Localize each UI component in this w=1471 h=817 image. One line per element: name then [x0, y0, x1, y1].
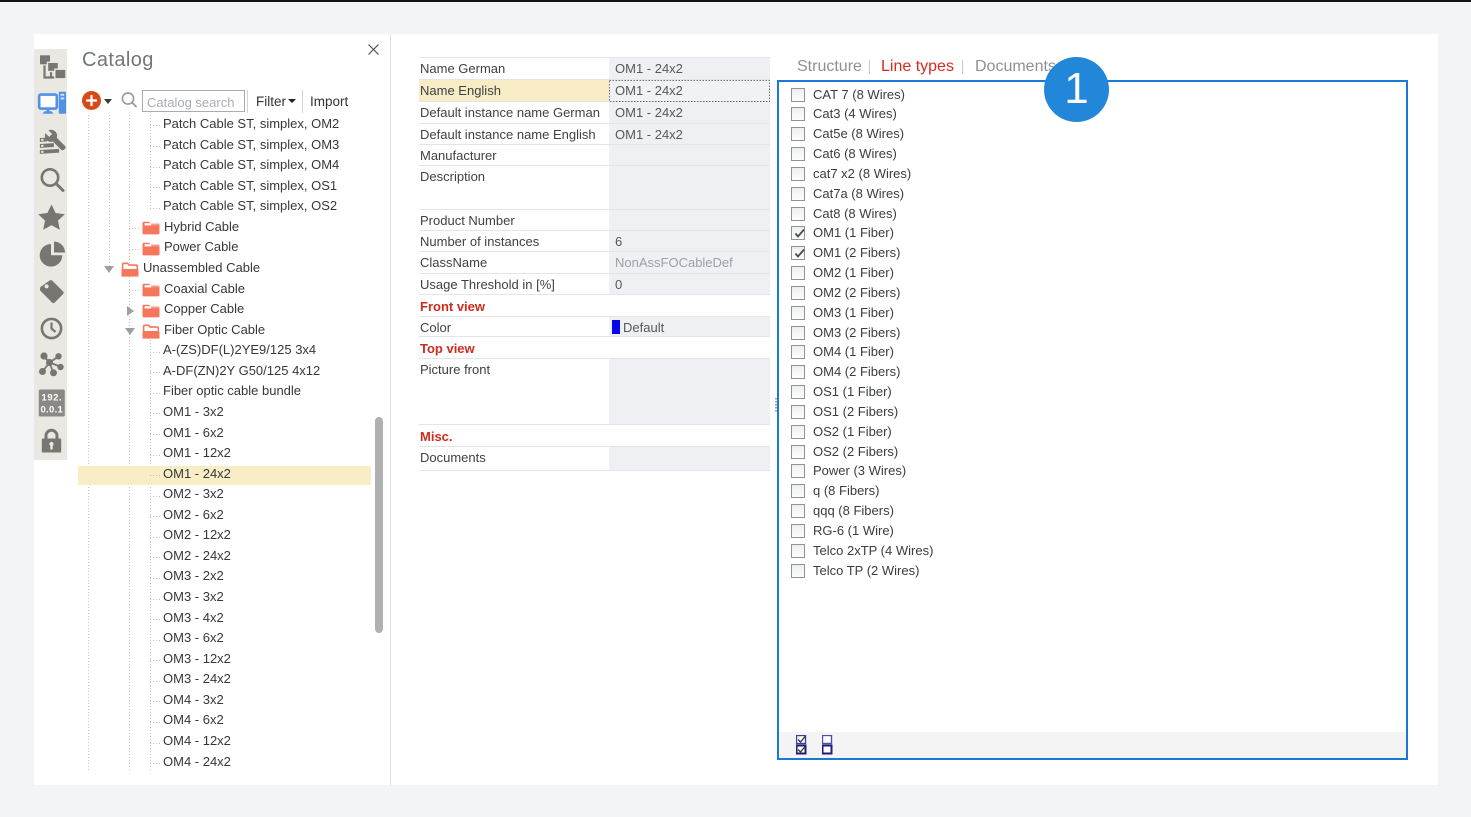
svg-text:0.0.1: 0.0.1: [40, 404, 63, 415]
svg-text:192.: 192.: [42, 392, 63, 403]
